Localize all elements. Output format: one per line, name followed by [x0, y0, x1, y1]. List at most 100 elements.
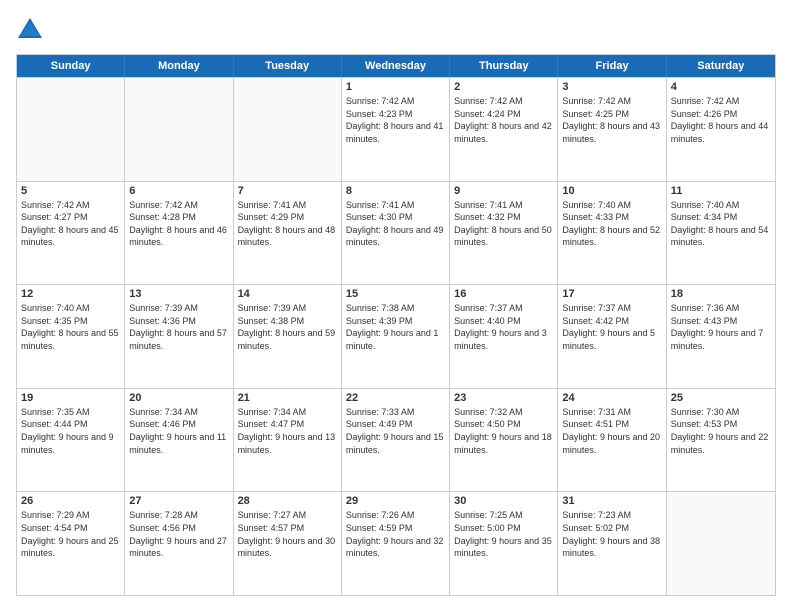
day-cell-11: 11 Sunrise: 7:40 AM Sunset: 4:34 PM Dayli…	[667, 182, 775, 285]
day-cell-14: 14Sunrise: 7:39 AM Sunset: 4:38 PM Dayli…	[234, 285, 342, 388]
day-number: 21	[238, 392, 337, 404]
day-info: Sunrise: 7:23 AM Sunset: 5:02 PM Dayligh…	[562, 509, 661, 559]
day-info: Sunrise: 7:36 AM Sunset: 4:43 PM Dayligh…	[671, 302, 771, 352]
day-cell-15: 15 Sunrise: 7:38 AM Sunset: 4:39 PM Dayli…	[342, 285, 450, 388]
day-cell-3: 3 Sunrise: 7:42 AM Sunset: 4:25 PM Daylig…	[558, 78, 666, 181]
day-cell-6: 6Sunrise: 7:42 AM Sunset: 4:28 PM Daylig…	[125, 182, 233, 285]
day-cell-19: 19 Sunrise: 7:35 AM Sunset: 4:44 PM Dayli…	[17, 389, 125, 492]
day-number: 10	[562, 185, 661, 197]
day-info: Sunrise: 7:33 AM Sunset: 4:49 PM Dayligh…	[346, 406, 445, 456]
calendar-row-1: 5 Sunrise: 7:42 AM Sunset: 4:27 PM Daylig…	[17, 181, 775, 285]
day-number: 3	[562, 81, 661, 93]
day-number: 13	[129, 288, 228, 300]
day-cell-13: 13 Sunrise: 7:39 AM Sunset: 4:36 PM Dayli…	[125, 285, 233, 388]
day-info: Sunrise: 7:35 AM Sunset: 4:44 PM Dayligh…	[21, 406, 120, 456]
day-number: 16	[454, 288, 553, 300]
day-cell-10: 10 Sunrise: 7:40 AM Sunset: 4:33 PM Dayli…	[558, 182, 666, 285]
weekday-header-monday: Monday	[125, 55, 233, 77]
day-number: 19	[21, 392, 120, 404]
calendar: SundayMondayTuesdayWednesdayThursdayFrid…	[16, 54, 776, 596]
day-cell-5: 5 Sunrise: 7:42 AM Sunset: 4:27 PM Daylig…	[17, 182, 125, 285]
day-cell-26: 26 Sunrise: 7:29 AM Sunset: 4:54 PM Dayli…	[17, 492, 125, 595]
day-info: Sunrise: 7:34 AM Sunset: 4:47 PM Dayligh…	[238, 406, 337, 456]
day-info: Sunrise: 7:25 AM Sunset: 5:00 PM Dayligh…	[454, 509, 553, 559]
day-info: Sunrise: 7:42 AM Sunset: 4:27 PM Dayligh…	[21, 199, 120, 249]
day-number: 26	[21, 495, 120, 507]
day-number: 28	[238, 495, 337, 507]
day-cell-empty-4-6	[667, 492, 775, 595]
day-info: Sunrise: 7:37 AM Sunset: 4:40 PM Dayligh…	[454, 302, 553, 352]
day-info: Sunrise: 7:42 AM Sunset: 4:25 PM Dayligh…	[562, 95, 661, 145]
day-info: Sunrise: 7:34 AM Sunset: 4:46 PM Dayligh…	[129, 406, 228, 456]
day-info: Sunrise: 7:28 AM Sunset: 4:56 PM Dayligh…	[129, 509, 228, 559]
day-info: Sunrise: 7:42 AM Sunset: 4:24 PM Dayligh…	[454, 95, 553, 145]
day-info: Sunrise: 7:30 AM Sunset: 4:53 PM Dayligh…	[671, 406, 771, 456]
day-cell-empty-0-0	[17, 78, 125, 181]
calendar-row-4: 26 Sunrise: 7:29 AM Sunset: 4:54 PM Dayli…	[17, 491, 775, 595]
day-number: 8	[346, 185, 445, 197]
day-cell-29: 29Sunrise: 7:26 AM Sunset: 4:59 PM Dayli…	[342, 492, 450, 595]
day-number: 7	[238, 185, 337, 197]
day-number: 25	[671, 392, 771, 404]
day-number: 23	[454, 392, 553, 404]
day-cell-24: 24Sunrise: 7:31 AM Sunset: 4:51 PM Dayli…	[558, 389, 666, 492]
calendar-row-2: 12 Sunrise: 7:40 AM Sunset: 4:35 PM Dayli…	[17, 284, 775, 388]
day-info: Sunrise: 7:41 AM Sunset: 4:29 PM Dayligh…	[238, 199, 337, 249]
day-number: 5	[21, 185, 120, 197]
day-cell-25: 25 Sunrise: 7:30 AM Sunset: 4:53 PM Dayli…	[667, 389, 775, 492]
weekday-header-thursday: Thursday	[450, 55, 558, 77]
day-number: 17	[562, 288, 661, 300]
day-cell-2: 2 Sunrise: 7:42 AM Sunset: 4:24 PM Daylig…	[450, 78, 558, 181]
day-number: 18	[671, 288, 771, 300]
day-info: Sunrise: 7:37 AM Sunset: 4:42 PM Dayligh…	[562, 302, 661, 352]
day-cell-7: 7 Sunrise: 7:41 AM Sunset: 4:29 PM Daylig…	[234, 182, 342, 285]
day-number: 2	[454, 81, 553, 93]
day-number: 1	[346, 81, 445, 93]
day-cell-1: 1 Sunrise: 7:42 AM Sunset: 4:23 PM Daylig…	[342, 78, 450, 181]
day-number: 14	[238, 288, 337, 300]
logo	[16, 16, 48, 44]
day-cell-9: 9 Sunrise: 7:41 AM Sunset: 4:32 PM Daylig…	[450, 182, 558, 285]
day-cell-18: 18 Sunrise: 7:36 AM Sunset: 4:43 PM Dayli…	[667, 285, 775, 388]
day-info: Sunrise: 7:41 AM Sunset: 4:32 PM Dayligh…	[454, 199, 553, 249]
day-info: Sunrise: 7:29 AM Sunset: 4:54 PM Dayligh…	[21, 509, 120, 559]
day-cell-16: 16 Sunrise: 7:37 AM Sunset: 4:40 PM Dayli…	[450, 285, 558, 388]
day-info: Sunrise: 7:38 AM Sunset: 4:39 PM Dayligh…	[346, 302, 445, 352]
day-cell-empty-0-2	[234, 78, 342, 181]
day-info: Sunrise: 7:39 AM Sunset: 4:36 PM Dayligh…	[129, 302, 228, 352]
day-number: 15	[346, 288, 445, 300]
day-info: Sunrise: 7:42 AM Sunset: 4:23 PM Dayligh…	[346, 95, 445, 145]
day-number: 24	[562, 392, 661, 404]
day-number: 27	[129, 495, 228, 507]
day-info: Sunrise: 7:40 AM Sunset: 4:33 PM Dayligh…	[562, 199, 661, 249]
day-cell-30: 30 Sunrise: 7:25 AM Sunset: 5:00 PM Dayli…	[450, 492, 558, 595]
page: SundayMondayTuesdayWednesdayThursdayFrid…	[0, 0, 792, 612]
weekday-header-friday: Friday	[558, 55, 666, 77]
day-number: 4	[671, 81, 771, 93]
day-info: Sunrise: 7:27 AM Sunset: 4:57 PM Dayligh…	[238, 509, 337, 559]
day-number: 9	[454, 185, 553, 197]
day-cell-17: 17 Sunrise: 7:37 AM Sunset: 4:42 PM Dayli…	[558, 285, 666, 388]
day-cell-21: 21 Sunrise: 7:34 AM Sunset: 4:47 PM Dayli…	[234, 389, 342, 492]
day-info: Sunrise: 7:40 AM Sunset: 4:34 PM Dayligh…	[671, 199, 771, 249]
weekday-header-sunday: Sunday	[17, 55, 125, 77]
calendar-header: SundayMondayTuesdayWednesdayThursdayFrid…	[17, 55, 775, 77]
day-number: 12	[21, 288, 120, 300]
day-cell-31: 31 Sunrise: 7:23 AM Sunset: 5:02 PM Dayli…	[558, 492, 666, 595]
day-number: 31	[562, 495, 661, 507]
day-cell-27: 27 Sunrise: 7:28 AM Sunset: 4:56 PM Dayli…	[125, 492, 233, 595]
day-cell-22: 22 Sunrise: 7:33 AM Sunset: 4:49 PM Dayli…	[342, 389, 450, 492]
calendar-body: 1 Sunrise: 7:42 AM Sunset: 4:23 PM Daylig…	[17, 77, 775, 595]
weekday-header-tuesday: Tuesday	[234, 55, 342, 77]
day-cell-20: 20Sunrise: 7:34 AM Sunset: 4:46 PM Dayli…	[125, 389, 233, 492]
day-cell-8: 8Sunrise: 7:41 AM Sunset: 4:30 PM Daylig…	[342, 182, 450, 285]
day-info: Sunrise: 7:40 AM Sunset: 4:35 PM Dayligh…	[21, 302, 120, 352]
day-number: 30	[454, 495, 553, 507]
day-number: 11	[671, 185, 771, 197]
header	[16, 16, 776, 44]
day-number: 22	[346, 392, 445, 404]
calendar-row-0: 1 Sunrise: 7:42 AM Sunset: 4:23 PM Daylig…	[17, 77, 775, 181]
day-cell-23: 23Sunrise: 7:32 AM Sunset: 4:50 PM Dayli…	[450, 389, 558, 492]
day-cell-12: 12 Sunrise: 7:40 AM Sunset: 4:35 PM Dayli…	[17, 285, 125, 388]
day-info: Sunrise: 7:26 AM Sunset: 4:59 PM Dayligh…	[346, 509, 445, 559]
